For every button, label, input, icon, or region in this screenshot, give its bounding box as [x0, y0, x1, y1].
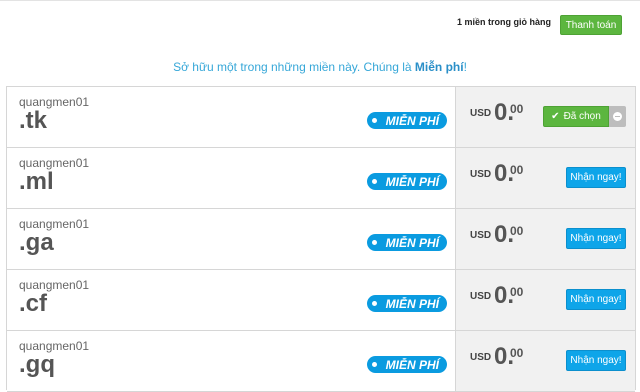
domain-row: quangmen01 .ga MIỄN PHÍ USD 0. 00 Nhận n…: [7, 209, 635, 270]
tagline-suffix: !: [463, 60, 467, 74]
badge-dot-icon: [372, 240, 377, 245]
domain-row: quangmen01 .ml MIỄN PHÍ USD 0. 00 Nhận n…: [7, 148, 635, 209]
top-divider: [0, 0, 640, 1]
price-cents: 00: [510, 346, 524, 360]
domain-row: quangmen01 .cf MIỄN PHÍ USD 0. 00 Nhận n…: [7, 270, 635, 331]
free-badge: MIỄN PHÍ: [367, 173, 447, 190]
get-now-button[interactable]: Nhận ngay!: [566, 289, 626, 310]
currency-label: USD: [470, 108, 492, 119]
price-cell: USD 0. 00 Nhận ngay!: [455, 270, 635, 330]
currency-label: USD: [470, 169, 492, 180]
price-cents: 00: [510, 163, 524, 177]
domain-row: quangmen01 .gq MIỄN PHÍ USD 0. 00 Nhận n…: [7, 331, 635, 392]
free-badge: MIỄN PHÍ: [367, 295, 447, 312]
price-cell: USD 0. 00 Nhận ngay!: [455, 331, 635, 391]
badge-dot-icon: [372, 301, 377, 306]
badge-dot-icon: [372, 179, 377, 184]
checkmark-icon: ✔: [551, 111, 560, 122]
domain-tld: .gq: [19, 351, 55, 378]
price-cell: USD 0. 00 Nhận ngay!: [455, 209, 635, 269]
domain-list: quangmen01 .tk MIỄN PHÍ USD 0. 00 ✔ Đã ch…: [6, 86, 636, 392]
free-badge: MIỄN PHÍ: [367, 356, 447, 373]
domain-tld: .tk: [19, 107, 48, 134]
price-cents: 00: [510, 224, 524, 238]
domain-tld: .ml: [19, 168, 54, 195]
tagline-emphasis: Miễn phí: [414, 60, 464, 74]
get-now-button[interactable]: Nhận ngay!: [566, 350, 626, 371]
free-badge: MIỄN PHÍ: [367, 112, 447, 129]
price-cents: 00: [510, 102, 524, 116]
currency-label: USD: [470, 230, 492, 241]
price-cents: 00: [510, 285, 524, 299]
minus-circle-icon: [613, 112, 622, 121]
tagline-prefix: Sở hữu một trong những miền này. Chúng l…: [173, 60, 415, 74]
free-badge: MIỄN PHÍ: [367, 234, 447, 251]
cart-summary: 1 miền trong giỏ hàng: [457, 17, 551, 27]
price-cell: USD 0. 00 ✔ Đã chọn: [455, 87, 635, 147]
selected-button[interactable]: ✔ Đã chọn: [543, 106, 609, 127]
domain-tld: .cf: [19, 290, 48, 317]
badge-dot-icon: [372, 362, 377, 367]
get-now-button[interactable]: Nhận ngay!: [566, 167, 626, 188]
badge-dot-icon: [372, 118, 377, 123]
domain-tld: .ga: [19, 229, 54, 256]
checkout-button[interactable]: Thanh toán: [560, 15, 622, 35]
promo-tagline: Sở hữu một trong những miền này. Chúng l…: [0, 60, 640, 74]
get-now-button[interactable]: Nhận ngay!: [566, 228, 626, 249]
currency-label: USD: [470, 352, 492, 363]
price-cell: USD 0. 00 Nhận ngay!: [455, 148, 635, 208]
currency-label: USD: [470, 291, 492, 302]
remove-button[interactable]: [609, 106, 626, 127]
domain-row: quangmen01 .tk MIỄN PHÍ USD 0. 00 ✔ Đã ch…: [7, 87, 635, 148]
